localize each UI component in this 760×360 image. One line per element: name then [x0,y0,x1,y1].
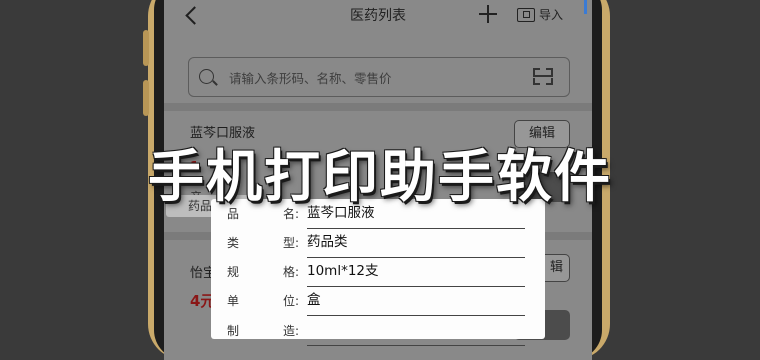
field-value[interactable]: 10ml*12支 [307,261,525,287]
field-value[interactable]: 药品类 [307,232,525,258]
divider [164,103,592,111]
search-box[interactable] [188,57,570,97]
scan-icon[interactable] [533,68,553,85]
import-label: 导入 [539,8,564,22]
search-icon [199,69,214,84]
add-icon[interactable] [479,5,497,23]
volume-up-button [143,30,149,66]
print-preview-dialog: 品 名: 蓝芩口服液 类 型: 药品类 规 格: 10ml*12支 单 位: 盒… [211,199,545,346]
field-row-maker: 制 造: [211,320,545,348]
field-row-spec: 规 格: 10ml*12支 [211,261,545,289]
field-row-unit: 单 位: 盒 [211,290,545,318]
folder-icon [517,7,535,22]
import-button[interactable]: 导入 [517,6,563,23]
field-value[interactable] [307,320,525,346]
field-value[interactable]: 盒 [307,290,525,316]
search-input[interactable] [227,66,511,90]
volume-down-button [143,80,149,116]
status-indicator [584,0,587,14]
field-row-type: 类 型: 药品类 [211,232,545,260]
nav-bar: 医药列表 导入 [164,0,592,32]
overlay-title: 手机打印助手软件 [148,145,612,210]
